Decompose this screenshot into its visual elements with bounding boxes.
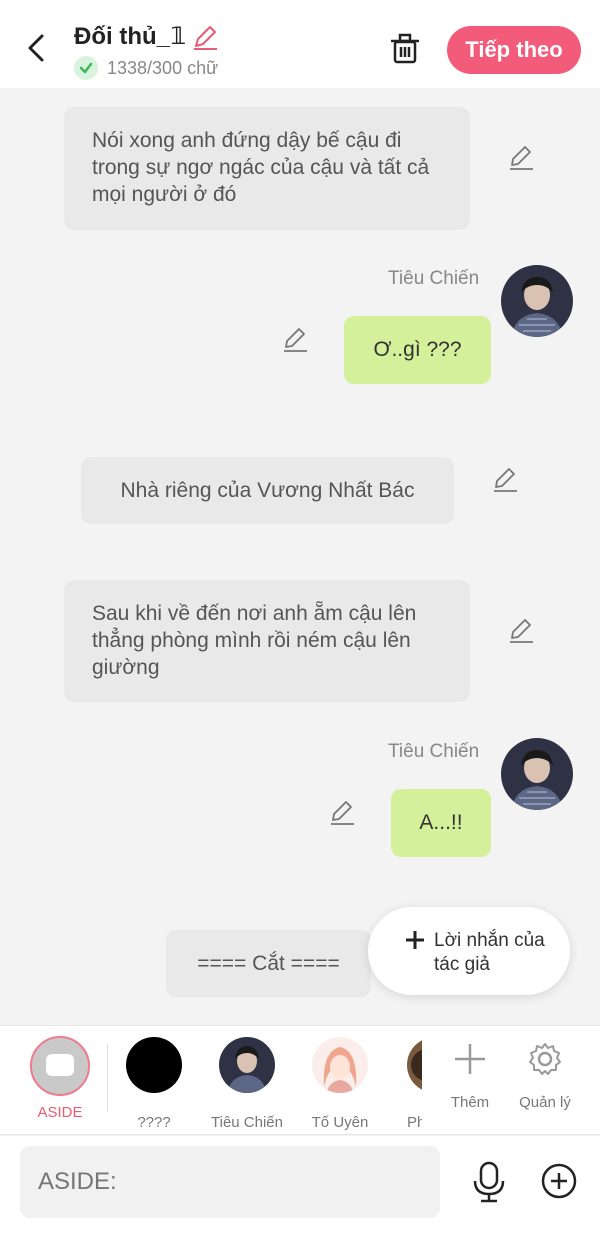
character-item[interactable]: Tiêu Chiến xyxy=(202,1036,292,1131)
avatar xyxy=(312,1037,368,1093)
edit-pencil-icon[interactable] xyxy=(506,143,536,173)
avatar[interactable] xyxy=(501,738,573,810)
plus-icon xyxy=(406,931,424,949)
narration-bubble[interactable]: Sau khi về đến nơi anh ẵm cậu lên thẳng … xyxy=(64,580,470,702)
character-label: ???? xyxy=(137,1114,171,1131)
avatar xyxy=(126,1037,182,1093)
author-note-button[interactable]: Lời nhắn của tác giả xyxy=(368,907,570,995)
narration-bubble[interactable]: ==== Cắt ==== xyxy=(166,930,371,997)
character-item[interactable]: Tố Uyên xyxy=(295,1036,385,1131)
edit-pencil-icon[interactable] xyxy=(506,616,536,646)
input-bar xyxy=(0,1136,600,1242)
manage-label: Quản lý xyxy=(519,1094,571,1111)
edit-pencil-icon[interactable] xyxy=(490,465,520,495)
author-name: Tiêu Chiến xyxy=(388,741,480,762)
plus-icon xyxy=(455,1044,485,1074)
character-label: Tiêu Chiến xyxy=(211,1114,283,1131)
add-circle-icon[interactable] xyxy=(540,1162,578,1200)
microphone-icon[interactable] xyxy=(470,1160,508,1204)
story-title: Đối thủ_𝟙 xyxy=(74,23,187,50)
character-label: Ph xyxy=(407,1114,422,1131)
dialogue-bubble[interactable]: A...!! xyxy=(391,789,491,857)
character-label: Tố Uyên xyxy=(311,1114,369,1131)
trash-icon[interactable] xyxy=(386,30,424,68)
edit-pencil-icon[interactable] xyxy=(280,325,310,355)
avatar[interactable] xyxy=(501,265,573,337)
edit-title-icon[interactable] xyxy=(190,22,220,52)
dialogue-bubble[interactable]: Ơ..gì ??? xyxy=(344,316,491,384)
narration-bubble[interactable]: Nhà riêng của Vương Nhất Bác xyxy=(81,457,454,524)
edit-pencil-icon[interactable] xyxy=(327,798,357,828)
author-name: Tiêu Chiến xyxy=(388,268,480,289)
character-item[interactable]: Ph xyxy=(390,1036,422,1131)
narration-bubble[interactable]: Nói xong anh đứng dậy bế cậu đi trong sự… xyxy=(64,107,470,230)
character-label: ASIDE xyxy=(37,1104,83,1121)
back-arrow-icon[interactable] xyxy=(22,28,52,68)
message-input[interactable] xyxy=(20,1146,440,1218)
author-note-label: Lời nhắn của tác giả xyxy=(434,930,545,975)
header: Đối thủ_𝟙 1338/300 chữ Tiếp theo xyxy=(0,0,600,88)
add-label: Thêm xyxy=(450,1094,490,1111)
character-bar: ASIDE ???? Tiêu Chiến Tố Uyên Ph Thêm Qu… xyxy=(0,1025,600,1135)
add-character-button[interactable]: Thêm xyxy=(435,1040,505,1130)
word-count: 1338/300 chữ xyxy=(107,58,219,78)
next-button[interactable]: Tiếp theo xyxy=(447,26,581,74)
character-item[interactable]: ???? xyxy=(109,1036,199,1131)
check-icon xyxy=(74,56,98,80)
avatar xyxy=(407,1037,422,1093)
gear-icon xyxy=(529,1043,561,1075)
manage-button[interactable]: Quản lý xyxy=(510,1040,580,1130)
divider xyxy=(107,1044,108,1112)
avatar xyxy=(219,1037,275,1093)
aside-icon xyxy=(30,1036,90,1096)
